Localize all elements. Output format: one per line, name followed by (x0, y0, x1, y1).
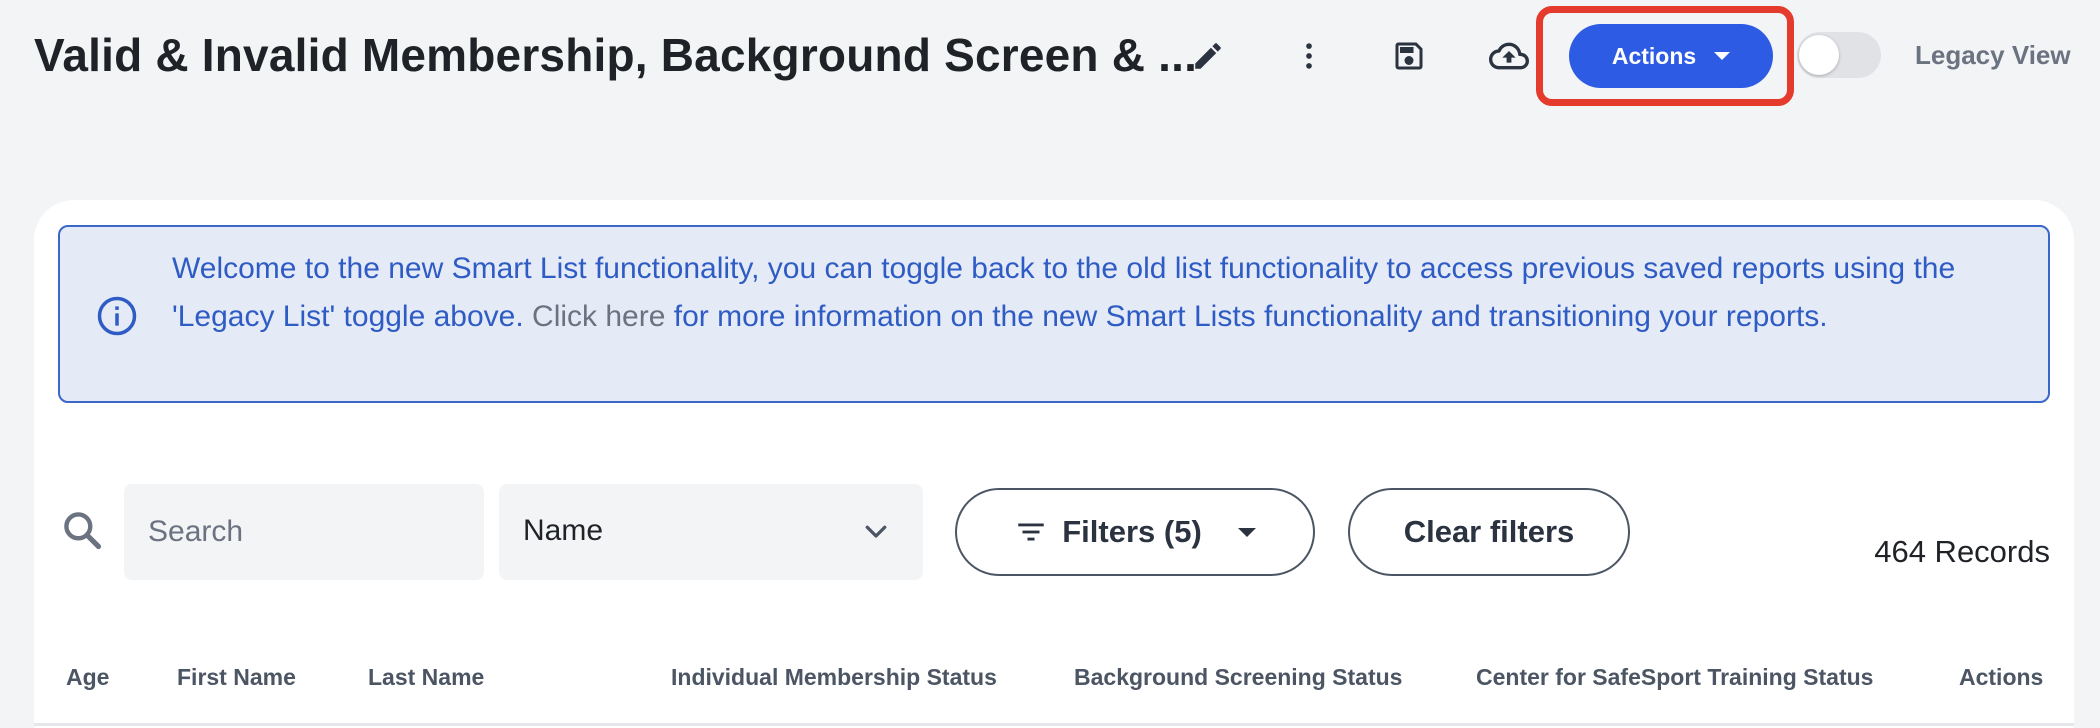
search-input[interactable] (124, 484, 484, 580)
info-icon (97, 296, 137, 336)
pencil-icon (1195, 43, 1221, 69)
actions-button-label: Actions (1611, 42, 1697, 69)
banner-click-here-link[interactable]: Click here (532, 300, 665, 333)
cloud-upload-icon (1489, 42, 1529, 70)
page-header: Valid & Invalid Membership, Background S… (0, 0, 2100, 112)
toggle-knob (1799, 35, 1839, 75)
actions-dropdown-button[interactable]: Actions (1569, 24, 1773, 88)
column-header-first-name[interactable]: First Name (177, 664, 296, 691)
filter-lines-icon (1018, 523, 1044, 541)
save-button[interactable] (1383, 30, 1435, 82)
info-banner: Welcome to the new Smart List functional… (58, 225, 2050, 403)
clear-filters-label: Clear filters (1403, 514, 1575, 549)
banner-message: Welcome to the new Smart List functional… (172, 245, 2032, 341)
table-header-row: Age First Name Last Name Individual Memb… (34, 650, 2074, 726)
search-field-select[interactable]: Name (499, 484, 923, 580)
legacy-view-toggle[interactable] (1797, 32, 1881, 78)
column-header-age[interactable]: Age (66, 664, 109, 691)
smart-list-card: Welcome to the new Smart List functional… (34, 200, 2074, 728)
clear-filters-button[interactable]: Clear filters (1348, 488, 1630, 576)
caret-down-icon (1237, 527, 1256, 537)
more-options-button[interactable] (1283, 30, 1335, 82)
edit-title-button[interactable] (1182, 30, 1234, 82)
search-field-value: Name (523, 514, 604, 547)
chevron-down-icon (865, 525, 887, 538)
column-header-last-name[interactable]: Last Name (368, 664, 484, 691)
search-icon (64, 512, 102, 550)
upload-button[interactable] (1483, 30, 1535, 82)
column-header-actions: Actions (1959, 664, 2044, 690)
column-header-membership-status[interactable]: Individual Membership Status (671, 664, 997, 691)
filters-label: Filters (5) (1062, 514, 1202, 549)
vertical-dots-icon (1306, 43, 1312, 69)
floppy-disk-icon (1395, 42, 1423, 70)
page-title: Valid & Invalid Membership, Background S… (34, 29, 1198, 81)
legacy-view-label: Legacy View (1915, 40, 2071, 70)
filters-button[interactable]: Filters (5) (955, 488, 1315, 576)
banner-text-outro: for more information on the new Smart Li… (665, 300, 1828, 333)
records-count: 464 Records (1874, 534, 2050, 569)
column-header-background-screening[interactable]: Background Screening Status (1074, 664, 1402, 691)
caret-down-icon (1714, 52, 1731, 60)
column-header-safesport-training[interactable]: Center for SafeSport Training Status (1476, 664, 1873, 691)
